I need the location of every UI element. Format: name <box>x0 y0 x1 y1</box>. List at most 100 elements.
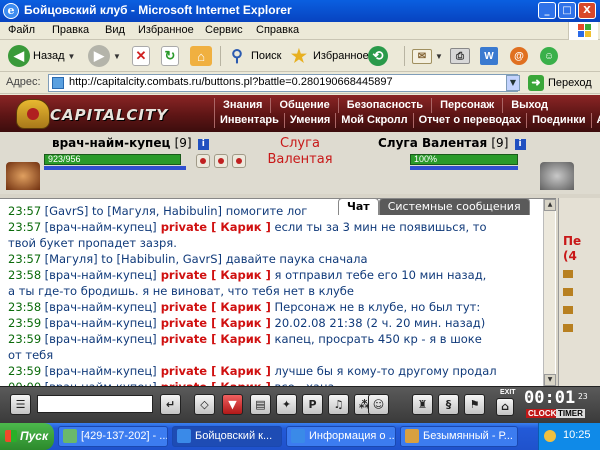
scroll-down-icon[interactable]: ▼ <box>544 374 556 386</box>
print-icon: ⎙ <box>450 48 470 64</box>
chat-private-tag[interactable]: private [ Карик ] <box>157 316 271 330</box>
chat-private-tag[interactable]: private [ Карик ] <box>157 364 271 378</box>
exit-label[interactable]: EXIT <box>500 389 516 396</box>
chat-private-tag[interactable]: private [ Карик ] <box>157 220 271 234</box>
item-slot-icon[interactable] <box>196 154 210 168</box>
chat-nick[interactable]: [Магуля] <box>45 252 98 266</box>
nav-my-scroll[interactable]: Мой Скролл <box>335 113 412 128</box>
stop-icon: ✕ <box>132 46 150 66</box>
nav-battles[interactable]: Поединки <box>526 113 590 128</box>
address-dropdown-icon[interactable]: ▼ <box>506 75 520 91</box>
map-button[interactable]: ⚑ <box>464 394 485 415</box>
chat-nick[interactable]: [врач-найм-купец] <box>45 220 157 234</box>
history-button[interactable]: ⟲ <box>368 44 388 68</box>
timer-mode-button[interactable]: TIMER <box>556 409 585 418</box>
smile-button[interactable]: ☺ <box>368 394 389 415</box>
game-logo[interactable]: CAPITALCITY <box>6 97 202 130</box>
chat-nick[interactable]: [GavrS] <box>45 204 89 218</box>
tab-chat[interactable]: Чат <box>338 198 379 215</box>
player-info-icon[interactable]: i <box>197 139 209 150</box>
chat-nick[interactable]: [врач-найм-купец] <box>45 316 157 330</box>
menu-view[interactable]: Вид <box>105 24 125 36</box>
menu-edit[interactable]: Правка <box>52 24 89 36</box>
nav-skills[interactable]: Умения <box>283 113 335 128</box>
sound-button[interactable]: ♫ <box>328 394 349 415</box>
filter-button[interactable]: ▼ <box>222 394 243 415</box>
minimize-button[interactable]: _ <box>538 2 556 19</box>
item-slot-icon[interactable] <box>214 154 228 168</box>
effect-icon[interactable] <box>563 270 573 278</box>
discuss-button[interactable]: @ <box>510 44 528 68</box>
chat-input[interactable] <box>37 395 153 413</box>
player-avatar[interactable] <box>6 162 40 190</box>
clock-mode-button[interactable]: CLOCK <box>526 409 559 418</box>
chat-nick[interactable]: [врач-найм-купец] <box>45 332 157 346</box>
scroll-button[interactable]: § <box>438 394 459 415</box>
nav-inventory[interactable]: Инвентарь <box>214 113 284 128</box>
enemy-info-icon[interactable]: i <box>514 139 526 150</box>
chat-time: 23:58 <box>8 268 42 282</box>
menu-file[interactable]: Файл <box>8 24 35 36</box>
taskbar-item[interactable]: Информация о ... <box>286 426 396 447</box>
effect-icon[interactable] <box>563 324 573 332</box>
taskbar-item[interactable]: Безымянный - Р... <box>400 426 518 447</box>
effect-icon[interactable] <box>563 288 573 296</box>
start-button[interactable]: Пуск <box>0 423 54 450</box>
menu-help[interactable]: Справка <box>256 24 299 36</box>
maximize-button[interactable]: □ <box>558 2 576 19</box>
eraser-button[interactable]: ◇ <box>194 394 215 415</box>
go-button[interactable]: ➜ Переход <box>528 75 592 91</box>
close-button[interactable]: X <box>578 2 596 19</box>
chat-nick[interactable]: [врач-найм-купец] <box>45 268 157 282</box>
chat-private-tag[interactable]: private [ Карик ] <box>157 268 271 282</box>
chat-private-tag[interactable]: private [ Карик ] <box>157 300 271 314</box>
nav-transfer-report[interactable]: Отчет о переводах <box>412 113 527 128</box>
nav-security[interactable]: Безопасность <box>337 98 431 113</box>
nav-knowledge[interactable]: Знания <box>214 98 270 113</box>
print-button[interactable]: ⎙ <box>450 44 470 68</box>
menu-tools[interactable]: Сервис <box>205 24 243 36</box>
back-button[interactable]: ◀ Назад ▼ <box>8 44 75 68</box>
enemy-name-block: Слуга Валентая [9] i <box>378 136 526 150</box>
exit-door-icon[interactable]: ⌂ <box>496 398 514 416</box>
crest-icon <box>16 99 50 129</box>
chat-nick[interactable]: [врач-найм-купец] <box>45 364 157 378</box>
refresh-button[interactable]: ↻ <box>161 44 179 68</box>
nav-exit[interactable]: Выход <box>502 98 556 113</box>
enemy-name[interactable]: Слуга Валентая <box>378 136 487 150</box>
chat-mode-button[interactable]: ☰ <box>10 394 31 415</box>
chat-time: 23:58 <box>8 300 42 314</box>
search-button[interactable]: ⚲ Поиск <box>226 44 281 68</box>
send-button[interactable]: ↵ <box>160 394 181 415</box>
home-button[interactable]: ⌂ <box>190 44 212 68</box>
nav-character[interactable]: Персонаж <box>431 98 502 113</box>
scroll-up-icon[interactable]: ▲ <box>544 199 556 211</box>
taskbar-item[interactable]: Бойцовский к... <box>172 426 282 447</box>
taskbar-item[interactable]: [429-137-202] - ... <box>58 426 168 447</box>
tab-system-messages[interactable]: Системные сообщения <box>378 198 530 215</box>
stop-button[interactable]: ✕ <box>132 44 150 68</box>
fighter-button[interactable]: ✦ <box>276 394 297 415</box>
nav-more[interactable]: Ан <box>590 113 600 128</box>
edit-button[interactable]: W <box>480 44 498 68</box>
chat-nick[interactable]: [врач-найм-купец] <box>45 300 157 314</box>
enemy-avatar[interactable] <box>540 162 574 190</box>
window-titlebar[interactable]: e Бойцовский клуб - Microsoft Internet E… <box>0 0 600 22</box>
tray-icon[interactable] <box>544 430 556 442</box>
player-name[interactable]: врач-найм-купец <box>52 136 170 150</box>
address-input[interactable]: http://capitalcity.combats.ru/buttons.pl… <box>48 74 518 92</box>
save-button[interactable]: ▤ <box>250 394 271 415</box>
messenger-button[interactable]: ☺ <box>540 44 558 68</box>
item-slot-icon[interactable] <box>232 154 246 168</box>
chat-text: to [Магуля, Habibulin] помогите лог <box>88 204 308 218</box>
bag-button[interactable]: ♜ <box>412 394 433 415</box>
mail-button[interactable]: ✉ ▼ <box>412 44 443 68</box>
nav-communication[interactable]: Общение <box>270 98 337 113</box>
menu-favorites[interactable]: Избранное <box>138 24 194 36</box>
favorites-button[interactable]: ★ Избранное <box>288 44 369 68</box>
forward-button[interactable]: ▶ ▼ <box>88 44 121 68</box>
chat-private-tag[interactable]: private [ Карик ] <box>157 332 271 346</box>
effect-icon[interactable] <box>563 306 573 314</box>
chat-scrollbar[interactable]: ▲ ▼ <box>543 199 556 386</box>
private-button[interactable]: P <box>302 394 323 415</box>
